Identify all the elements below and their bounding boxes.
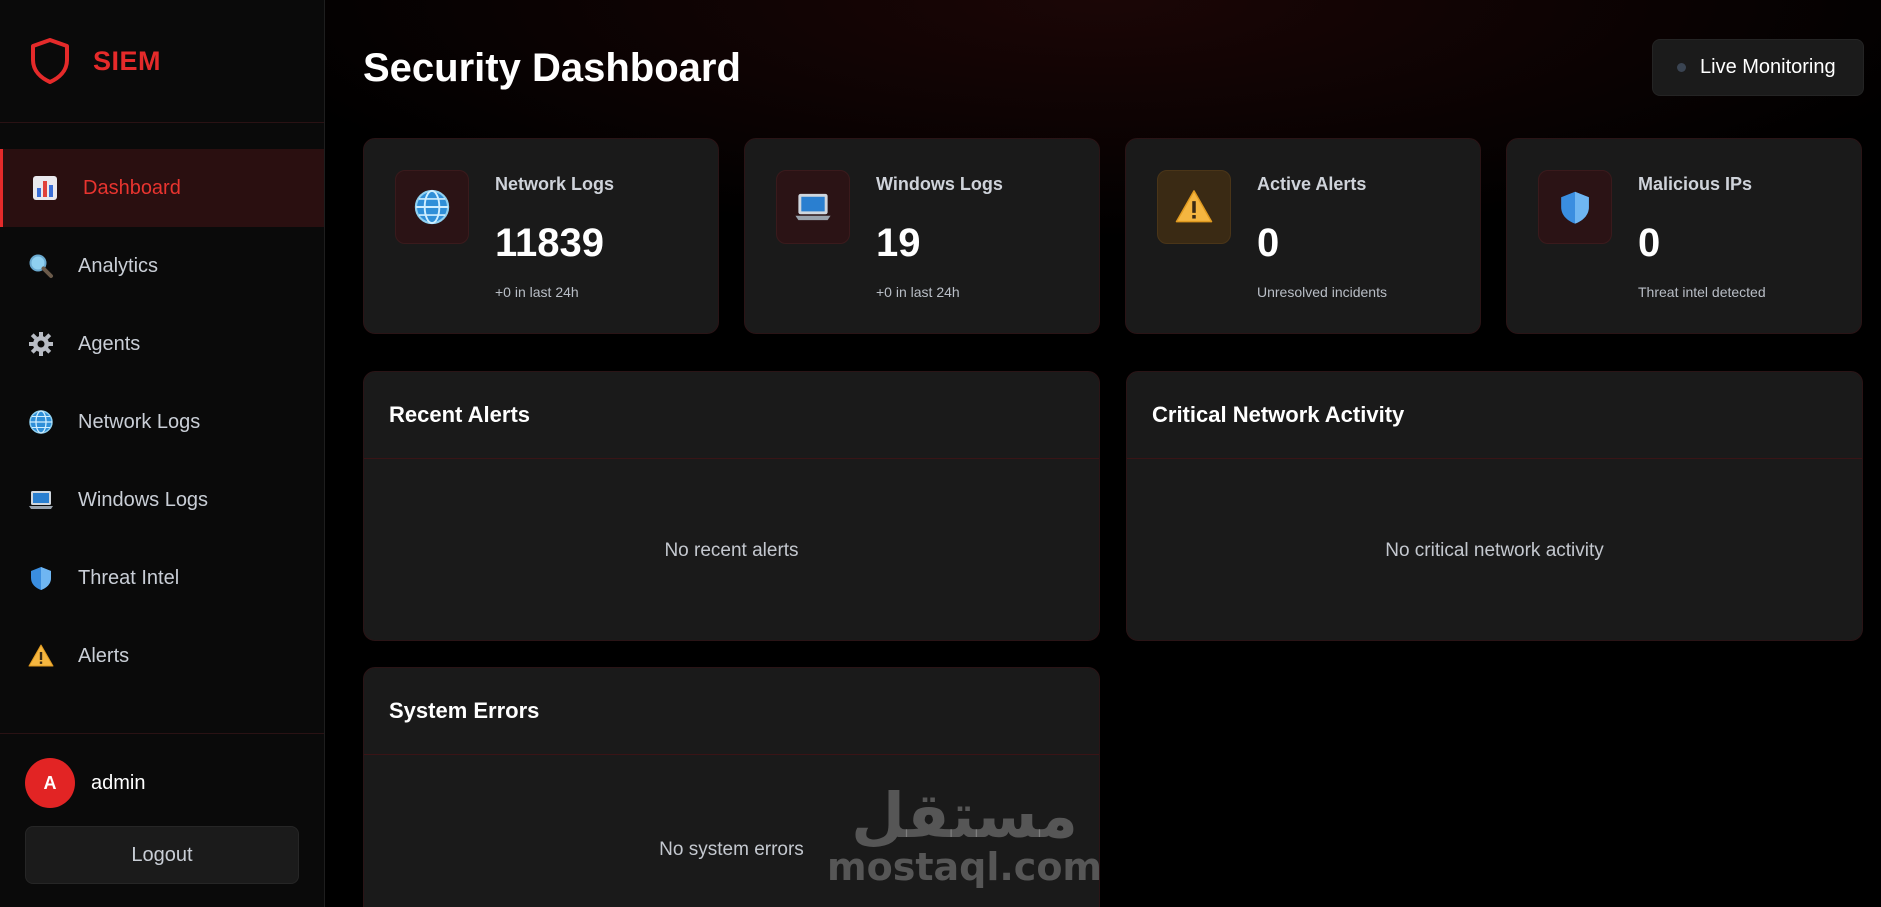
sidebar-item-windows-logs[interactable]: Windows Logs	[0, 461, 324, 539]
sidebar-item-label: Agents	[78, 332, 141, 355]
shield-icon	[1538, 170, 1612, 244]
status-dot-icon	[1677, 63, 1686, 72]
shield-logo-icon	[31, 38, 69, 84]
empty-state-text: No critical network activity	[1385, 539, 1604, 561]
sidebar-item-label: Threat Intel	[78, 566, 180, 589]
globe-icon	[28, 409, 54, 435]
username: admin	[91, 771, 146, 794]
page-header: Security Dashboard Live Monitoring	[363, 0, 1881, 138]
app: SIEM Dashboard Analytics Agents Network …	[0, 0, 1881, 907]
sidebar-item-analytics[interactable]: Analytics	[0, 227, 324, 305]
stat-subtext: +0 in last 24h	[876, 284, 960, 300]
stats-row: Network Logs 11839 +0 in last 24h Window…	[363, 138, 1881, 334]
stat-title: Malicious IPs	[1638, 174, 1753, 194]
watermark-latin: mostaql.com	[827, 845, 1103, 889]
panel-title: Recent Alerts	[364, 372, 1099, 459]
panel-title: Critical Network Activity	[1127, 372, 1862, 459]
stat-value: 0	[1638, 221, 1661, 265]
sidebar-item-network-logs[interactable]: Network Logs	[0, 383, 324, 461]
sidebar: SIEM Dashboard Analytics Agents Network …	[0, 0, 325, 907]
stat-value: 19	[876, 221, 921, 265]
bar-chart-icon	[32, 175, 58, 201]
live-monitoring-label: Live Monitoring	[1700, 56, 1836, 78]
stat-value: 0	[1257, 221, 1280, 265]
stat-card-active-alerts[interactable]: Active Alerts 0 Unresolved incidents	[1125, 138, 1481, 334]
page-title: Security Dashboard	[363, 46, 741, 90]
sidebar-item-agents[interactable]: Agents	[0, 305, 324, 383]
gear-icon	[28, 331, 54, 357]
stat-card-network-logs[interactable]: Network Logs 11839 +0 in last 24h	[363, 138, 719, 334]
live-monitoring-indicator[interactable]: Live Monitoring	[1652, 39, 1864, 96]
warning-icon	[1157, 170, 1231, 244]
stat-card-malicious-ips[interactable]: Malicious IPs 0 Threat intel detected	[1506, 138, 1862, 334]
sidebar-nav: Dashboard Analytics Agents Network Logs	[0, 149, 324, 695]
stat-subtext: Threat intel detected	[1638, 284, 1766, 300]
watermark-arabic: مستقل	[851, 779, 1078, 852]
laptop-icon	[776, 170, 850, 244]
stat-title: Windows Logs	[876, 174, 1003, 194]
sidebar-item-dashboard[interactable]: Dashboard	[0, 149, 324, 227]
stat-title: Network Logs	[495, 174, 615, 194]
shield-icon	[28, 565, 54, 591]
stat-subtext: +0 in last 24h	[495, 284, 579, 300]
stat-subtext: Unresolved incidents	[1257, 284, 1387, 300]
sidebar-item-label: Dashboard	[83, 176, 181, 199]
magnifier-icon	[28, 253, 54, 279]
sidebar-item-label: Network Logs	[78, 410, 201, 433]
avatar: A	[25, 758, 75, 808]
stat-card-windows-logs[interactable]: Windows Logs 19 +0 in last 24h	[744, 138, 1100, 334]
empty-state-text: No recent alerts	[664, 539, 799, 561]
sidebar-item-label: Windows Logs	[78, 488, 209, 511]
user-info: A admin	[25, 758, 299, 808]
sidebar-item-threat-intel[interactable]: Threat Intel	[0, 539, 324, 617]
panel-title: System Errors	[364, 668, 1099, 755]
sidebar-footer: A admin Logout	[0, 733, 324, 907]
recent-alerts-panel: Recent Alerts No recent alerts	[363, 371, 1100, 641]
stat-value: 11839	[495, 221, 605, 265]
globe-icon	[395, 170, 469, 244]
sidebar-item-alerts[interactable]: Alerts	[0, 617, 324, 695]
brand-name: SIEM	[93, 45, 162, 76]
critical-network-activity-panel: Critical Network Activity No critical ne…	[1126, 371, 1863, 641]
laptop-icon	[28, 487, 54, 513]
watermark: مستقل mostaql.com	[827, 779, 1103, 889]
brand: SIEM	[0, 0, 324, 123]
main-content: Security Dashboard Live Monitoring Netwo…	[325, 0, 1881, 907]
stat-title: Active Alerts	[1257, 174, 1367, 194]
warning-icon	[28, 643, 54, 669]
sidebar-item-label: Alerts	[78, 644, 130, 667]
sidebar-item-label: Analytics	[78, 254, 159, 277]
logout-button[interactable]: Logout	[25, 826, 299, 884]
